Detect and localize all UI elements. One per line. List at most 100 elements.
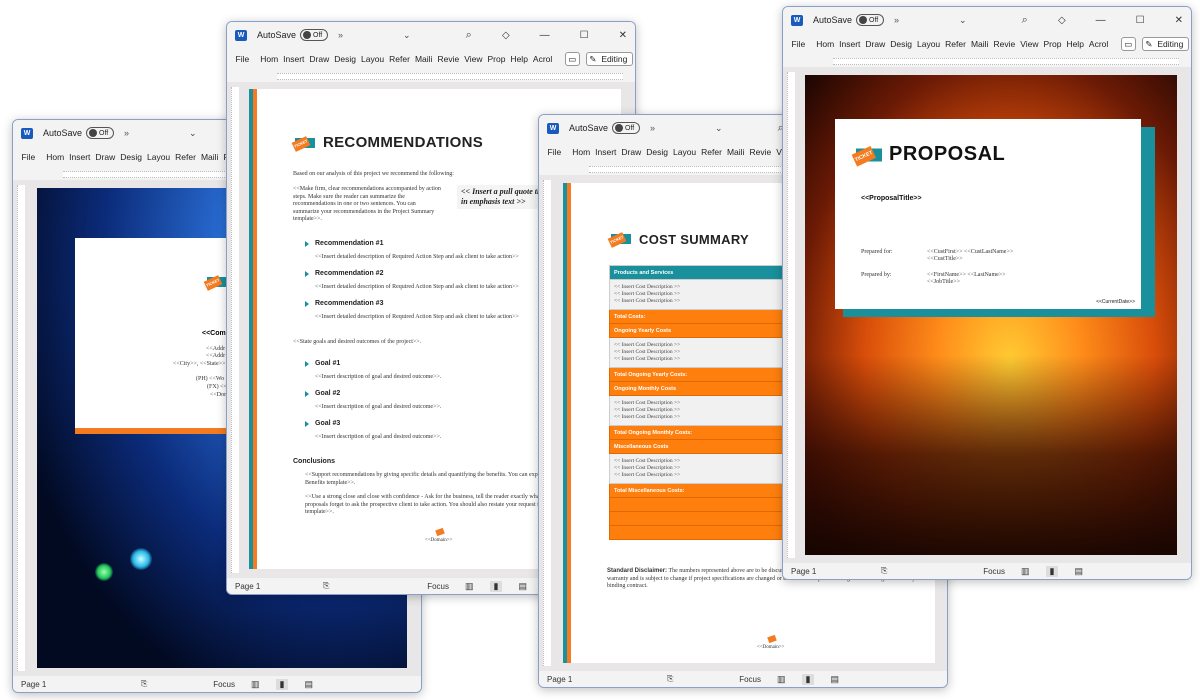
tab-layout[interactable]: Layou bbox=[915, 39, 943, 49]
tab-mailings[interactable]: Maili bbox=[724, 147, 746, 157]
editing-mode-button[interactable]: ✎ Editing bbox=[1141, 37, 1190, 51]
tab-home[interactable]: Hom bbox=[44, 152, 67, 162]
focus-button[interactable]: Focus bbox=[213, 680, 235, 689]
tab-file[interactable]: File bbox=[545, 147, 564, 157]
horizontal-ruler[interactable] bbox=[783, 55, 1191, 67]
tab-design[interactable]: Desig bbox=[118, 152, 145, 162]
accessibility-icon[interactable]: ⎘ bbox=[881, 566, 887, 576]
document-canvas[interactable]: TICKET PROPOSAL <<ProposalTitle>> Prepar… bbox=[783, 67, 1191, 563]
focus-button[interactable]: Focus bbox=[983, 567, 1005, 576]
tab-view[interactable]: View bbox=[462, 54, 485, 64]
more-icon[interactable]: » bbox=[894, 15, 899, 25]
read-mode-icon[interactable]: ▥ bbox=[1021, 566, 1030, 577]
vertical-ruler[interactable] bbox=[17, 185, 25, 671]
vertical-ruler[interactable] bbox=[543, 180, 551, 666]
maximize-button[interactable]: ☐ bbox=[580, 30, 589, 41]
web-layout-icon[interactable]: ▤ bbox=[1074, 566, 1083, 577]
tab-insert[interactable]: Insert bbox=[281, 54, 307, 64]
tab-file[interactable]: File bbox=[233, 54, 252, 64]
maximize-button[interactable]: ☐ bbox=[1136, 15, 1145, 26]
tab-references[interactable]: Refer bbox=[387, 54, 413, 64]
chevron-down-icon[interactable]: ⌄ bbox=[189, 128, 197, 139]
autosave-toggle[interactable]: Off bbox=[856, 14, 885, 26]
close-button[interactable]: ✕ bbox=[619, 30, 627, 41]
tab-home[interactable]: Hom bbox=[570, 147, 593, 157]
comments-button[interactable]: ▭ bbox=[1120, 37, 1136, 51]
page-indicator[interactable]: Page 1 bbox=[791, 567, 871, 576]
tab-insert[interactable]: Insert bbox=[837, 39, 863, 49]
tab-mailings[interactable]: Maili bbox=[198, 152, 220, 162]
tab-layout[interactable]: Layou bbox=[145, 152, 173, 162]
vertical-ruler[interactable] bbox=[231, 87, 239, 573]
tab-acrobat[interactable]: Acrol bbox=[530, 54, 554, 64]
focus-button[interactable]: Focus bbox=[739, 675, 761, 684]
tab-insert[interactable]: Insert bbox=[593, 147, 619, 157]
accessibility-icon[interactable]: ⎘ bbox=[323, 581, 329, 591]
tab-layout[interactable]: Layou bbox=[359, 54, 387, 64]
tab-acrobat[interactable]: Acrol bbox=[1086, 39, 1110, 49]
print-layout-icon[interactable]: ▮ bbox=[1045, 565, 1059, 577]
web-layout-icon[interactable]: ▤ bbox=[830, 674, 839, 685]
accessibility-icon[interactable]: ⎘ bbox=[141, 679, 147, 689]
web-layout-icon[interactable]: ▤ bbox=[518, 581, 527, 592]
tab-help[interactable]: Help bbox=[508, 54, 530, 64]
tab-layout[interactable]: Layou bbox=[671, 147, 699, 157]
tab-file[interactable]: File bbox=[789, 39, 808, 49]
tab-references[interactable]: Refer bbox=[699, 147, 725, 157]
tab-draw[interactable]: Draw bbox=[307, 54, 332, 64]
tab-draw[interactable]: Draw bbox=[619, 147, 644, 157]
close-button[interactable]: ✕ bbox=[1175, 15, 1183, 26]
tab-design[interactable]: Desig bbox=[888, 39, 915, 49]
autosave-toggle[interactable]: Off bbox=[86, 127, 115, 139]
tab-mailings[interactable]: Maili bbox=[412, 54, 434, 64]
page-indicator[interactable]: Page 1 bbox=[547, 675, 627, 684]
more-icon[interactable]: » bbox=[338, 30, 343, 40]
horizontal-ruler[interactable] bbox=[227, 70, 635, 82]
chevron-down-icon[interactable]: ⌄ bbox=[403, 30, 411, 41]
tab-insert[interactable]: Insert bbox=[67, 152, 93, 162]
focus-button[interactable]: Focus bbox=[427, 582, 449, 591]
tab-home[interactable]: Hom bbox=[814, 39, 837, 49]
chevron-down-icon[interactable]: ⌄ bbox=[715, 123, 723, 134]
web-layout-icon[interactable]: ▤ bbox=[304, 679, 313, 690]
accessibility-icon[interactable]: ⎘ bbox=[667, 674, 673, 684]
minimize-button[interactable]: — bbox=[1096, 15, 1106, 26]
tab-design[interactable]: Desig bbox=[332, 54, 359, 64]
read-mode-icon[interactable]: ▥ bbox=[465, 581, 474, 592]
autosave-toggle[interactable]: Off bbox=[300, 29, 329, 41]
premium-diamond-icon[interactable]: ◇ bbox=[1058, 15, 1066, 26]
tab-properties[interactable]: Prop bbox=[485, 54, 508, 64]
tab-references[interactable]: Refer bbox=[173, 152, 199, 162]
tab-view[interactable]: View bbox=[1018, 39, 1041, 49]
premium-diamond-icon[interactable]: ◇ bbox=[502, 30, 510, 41]
tab-draw[interactable]: Draw bbox=[863, 39, 888, 49]
tab-properties[interactable]: Prop bbox=[1041, 39, 1064, 49]
print-layout-icon[interactable]: ▮ bbox=[489, 580, 503, 592]
print-layout-icon[interactable]: ▮ bbox=[275, 678, 289, 690]
tab-mailings[interactable]: Maili bbox=[968, 39, 990, 49]
read-mode-icon[interactable]: ▥ bbox=[777, 674, 786, 685]
tab-file[interactable]: File bbox=[19, 152, 38, 162]
more-icon[interactable]: » bbox=[124, 128, 129, 138]
comments-button[interactable]: ▭ bbox=[564, 52, 580, 66]
tab-references[interactable]: Refer bbox=[943, 39, 969, 49]
tab-review[interactable]: Revie bbox=[747, 147, 774, 157]
tab-review[interactable]: Revie bbox=[435, 54, 462, 64]
search-icon[interactable]: ⌕ bbox=[1022, 14, 1028, 27]
editing-mode-button[interactable]: ✎ Editing bbox=[585, 52, 634, 66]
more-icon[interactable]: » bbox=[650, 123, 655, 133]
chevron-down-icon[interactable]: ⌄ bbox=[959, 15, 967, 26]
vertical-ruler[interactable] bbox=[787, 72, 795, 558]
tab-review[interactable]: Revie bbox=[991, 39, 1018, 49]
tab-design[interactable]: Desig bbox=[644, 147, 671, 157]
tab-help[interactable]: Help bbox=[1064, 39, 1086, 49]
search-icon[interactable]: ⌕ bbox=[466, 29, 472, 42]
page-indicator[interactable]: Page 1 bbox=[21, 680, 101, 689]
print-layout-icon[interactable]: ▮ bbox=[801, 673, 815, 685]
minimize-button[interactable]: — bbox=[540, 30, 550, 41]
tab-draw[interactable]: Draw bbox=[93, 152, 118, 162]
page-indicator[interactable]: Page 1 bbox=[235, 582, 315, 591]
tab-home[interactable]: Hom bbox=[258, 54, 281, 64]
read-mode-icon[interactable]: ▥ bbox=[251, 679, 260, 690]
autosave-toggle[interactable]: Off bbox=[612, 122, 641, 134]
